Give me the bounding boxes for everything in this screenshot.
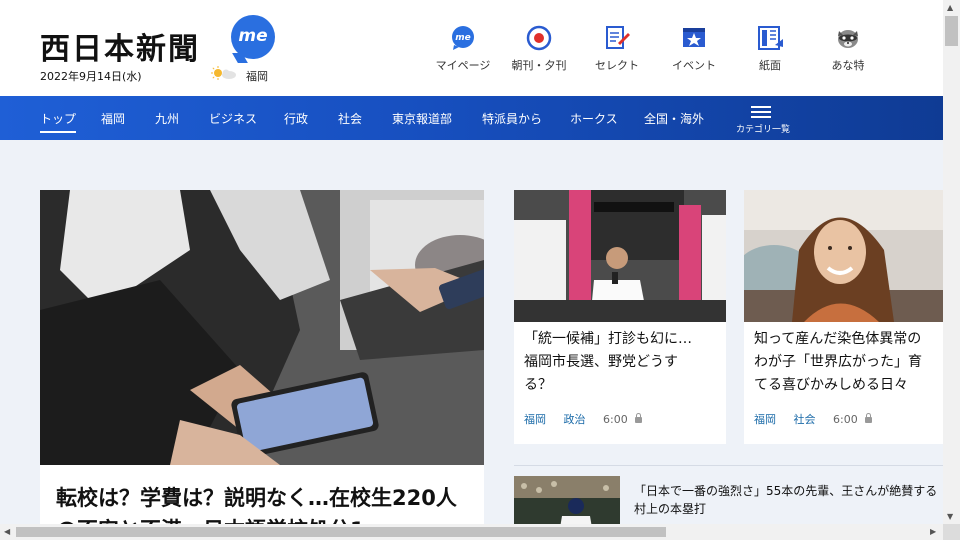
article-card-title[interactable]: 「統一候補」打診も幻に… 福岡市長選、野党どうす る？ <box>524 328 692 397</box>
article-card-title[interactable]: 知って産んだ染色体異常の わが子「世界広がった」育 てる喜びかみしめる日々 <box>754 328 922 397</box>
category-menu-label: カテゴリ一覧 <box>736 125 791 135</box>
lead-article[interactable]: 転校は？学費は？説明なく…在校生220人の不安と不満 日本語学校処分1 <box>40 190 484 530</box>
scroll-right-arrow-icon[interactable]: ▶ <box>930 527 936 536</box>
nav-top[interactable]: トップ <box>40 110 77 133</box>
article-card-image[interactable] <box>514 190 726 322</box>
nav-anatoku[interactable]: あな特 <box>826 24 870 73</box>
paper-icon <box>758 26 783 50</box>
article-card-meta: 福岡 社会 6:00 <box>754 411 873 427</box>
article-card-title-line: 福岡市長選、野党どうす <box>524 354 678 370</box>
category-navbar: トップ 福岡 九州 ビジネス 行政 社会 東京報道部 特派員から ホークス 全国… <box>0 96 943 140</box>
list-item-title[interactable]: 「日本で一番の強烈さ」55本の先輩、王さんが絶賛する村上の本塁打 <box>634 482 939 518</box>
svg-text:me: me <box>455 33 470 43</box>
article-card-title-line: る？ <box>524 377 552 393</box>
students-smartphones-photo <box>40 190 484 465</box>
election-speech-photo <box>514 190 726 322</box>
nav-shakai[interactable]: 社会 <box>338 110 362 127</box>
select-edit-icon <box>606 26 630 49</box>
nav-anatoku-label: あな特 <box>831 59 865 72</box>
publish-time: 6:00 <box>833 413 858 426</box>
nav-kyushu[interactable]: 九州 <box>155 110 179 127</box>
tag-politics[interactable]: 政治 <box>564 413 586 426</box>
site-logo[interactable]: 西日本新聞 <box>40 24 200 68</box>
nav-morning-evening-label: 朝刊・夕刊 <box>511 59 567 72</box>
publish-time: 6:00 <box>603 413 628 426</box>
scroll-left-arrow-icon[interactable]: ◀ <box>4 527 10 536</box>
weather-sunny-cloudy-icon <box>211 66 236 80</box>
event-star-icon <box>683 28 705 47</box>
nav-select[interactable]: セレクト <box>590 24 644 73</box>
site-header: 西日本新聞 me 2022年9月14日(水) 福岡 me マイページ 朝刊・夕刊… <box>0 0 943 96</box>
vertical-scrollbar[interactable]: ▲ ▼ <box>943 0 960 524</box>
lead-article-title[interactable]: 転校は？学費は？説明なく…在校生220人の不安と不満 日本語学校処分1 <box>56 482 476 530</box>
category-menu-button[interactable]: カテゴリ一覧 <box>736 104 791 135</box>
nav-morning-evening[interactable]: 朝刊・夕刊 <box>508 24 570 73</box>
scrollbar-corner <box>943 524 960 540</box>
weather-location[interactable]: 福岡 <box>246 68 268 84</box>
tag-fukuoka[interactable]: 福岡 <box>524 413 546 426</box>
hamburger-icon <box>751 106 771 118</box>
nav-mypage[interactable]: me マイページ <box>434 24 492 73</box>
nav-gyosei[interactable]: 行政 <box>284 110 308 127</box>
article-card-title-line: 「統一候補」打診も幻に… <box>524 331 692 347</box>
smiling-woman-photo <box>744 190 943 322</box>
raccoon-icon <box>838 30 858 48</box>
article-card-title-line: 知って産んだ染色体異常の <box>754 331 922 347</box>
article-card-chromosome[interactable]: 知って産んだ染色体異常の わが子「世界広がった」育 てる喜びかみしめる日々 福岡… <box>744 190 943 444</box>
nav-correspondents[interactable]: 特派員から <box>482 110 542 127</box>
nav-paper[interactable]: 紙面 <box>748 24 792 73</box>
scroll-down-arrow-icon[interactable]: ▼ <box>947 512 953 521</box>
nav-national-overseas[interactable]: 全国・海外 <box>644 110 704 127</box>
lead-article-image[interactable] <box>40 190 484 465</box>
nav-paper-label: 紙面 <box>759 59 781 72</box>
nav-event[interactable]: イベント <box>668 24 720 73</box>
article-card-meta: 福岡 政治 6:00 <box>524 411 643 427</box>
horizontal-scroll-thumb[interactable] <box>16 527 666 537</box>
tag-fukuoka[interactable]: 福岡 <box>754 413 776 426</box>
nav-event-label: イベント <box>672 59 716 72</box>
list-divider <box>514 465 943 466</box>
article-card-title-line: わが子「世界広がった」育 <box>754 354 922 370</box>
current-date: 2022年9月14日(水) <box>40 70 142 83</box>
newspaper-circle-icon <box>526 25 552 51</box>
tag-society[interactable]: 社会 <box>794 413 816 426</box>
nav-business[interactable]: ビジネス <box>209 110 257 127</box>
scroll-up-arrow-icon[interactable]: ▲ <box>947 3 953 12</box>
nav-fukuoka[interactable]: 福岡 <box>101 110 125 127</box>
me-icon: me <box>452 26 474 50</box>
article-card-image[interactable] <box>744 190 943 322</box>
article-card-election[interactable]: 「統一候補」打診も幻に… 福岡市長選、野党どうす る？ 福岡 政治 6:00 <box>514 190 726 444</box>
nav-select-label: セレクト <box>595 59 639 72</box>
me-badge-icon[interactable]: me <box>231 15 275 59</box>
nav-hawks[interactable]: ホークス <box>570 110 618 127</box>
lock-icon <box>865 413 873 423</box>
nav-mypage-label: マイページ <box>435 59 491 72</box>
article-card-title-line: てる喜びかみしめる日々 <box>754 377 908 393</box>
vertical-scroll-thumb[interactable] <box>945 16 958 46</box>
lock-icon <box>635 413 643 423</box>
nav-tokyo-bureau[interactable]: 東京報道部 <box>392 110 452 127</box>
horizontal-scrollbar[interactable]: ◀ ▶ <box>0 524 943 540</box>
